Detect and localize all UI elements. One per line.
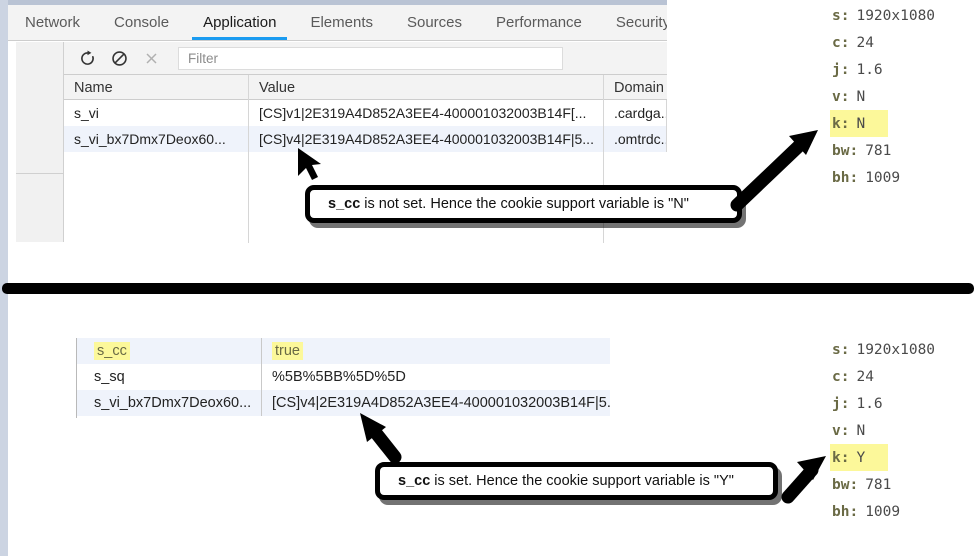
devtools-sidebar: [16, 42, 64, 242]
cell-value-text: true: [272, 342, 303, 360]
table-row[interactable]: s_vi_bx7Dmx7Deox60... [CS]v4|2E319A4D852…: [64, 126, 667, 152]
request-params-top: s: 1920x1080 c: 24 j: 1.6 v: N k: N bw: …: [830, 2, 972, 191]
kv-key: s:: [832, 341, 850, 358]
kv-key: c:: [832, 368, 850, 385]
kv-row-c: c: 24: [832, 363, 972, 390]
kv-value: 24: [856, 34, 874, 51]
filter-input[interactable]: Filter: [178, 46, 563, 70]
cell-name: s_vi_bx7Dmx7Deox60...: [77, 390, 262, 416]
table-row[interactable]: s_sq %5B%5BB%5D%5D: [77, 364, 610, 390]
table-row[interactable]: s_cc true: [77, 338, 610, 364]
cookies-table-bottom: s_cc true s_sq %5B%5BB%5D%5D s_vi_bx7Dmx…: [76, 338, 610, 418]
cell-domain: .cardga...: [604, 100, 667, 126]
kv-row-bw: bw: 781: [832, 471, 972, 498]
kv-row-bh: bh: 1009: [832, 498, 972, 525]
kv-value: 1920x1080: [856, 341, 936, 358]
request-params-bottom: s: 1920x1080 c: 24 j: 1.6 v: N k: Y bw: …: [830, 336, 972, 525]
tab-application[interactable]: Application: [186, 5, 293, 40]
callout-bold-term: s_cc: [398, 473, 431, 489]
kv-row-j: j: 1.6: [832, 56, 972, 83]
kv-value: 24: [856, 368, 874, 385]
kv-key: bw:: [832, 142, 859, 159]
cell-domain: .omtrdc....: [604, 126, 667, 152]
column-header-domain[interactable]: Domain: [604, 75, 667, 100]
kv-value: 1009: [865, 503, 901, 520]
table-row[interactable]: s_vi_bx7Dmx7Deox60... [CS]v4|2E319A4D852…: [77, 390, 610, 416]
arrow-to-cookie-row: [360, 413, 402, 464]
tab-sources[interactable]: Sources: [390, 5, 479, 40]
callout-text: is set. Hence the cookie support variabl…: [434, 473, 734, 489]
devtools-tabbar[interactable]: Network Console Application Elements Sou…: [8, 5, 667, 41]
kv-key: j:: [832, 395, 850, 412]
cell-value: true: [262, 338, 610, 364]
clear-icon[interactable]: [106, 45, 132, 71]
page-left-edge-lower: [0, 288, 8, 556]
kv-value: N: [856, 422, 866, 439]
cell-name: s_sq: [77, 364, 262, 390]
column-header-name[interactable]: Name: [64, 75, 249, 100]
kv-key: j:: [832, 61, 850, 78]
close-icon[interactable]: [138, 45, 164, 71]
callout-bold-term: s_cc: [328, 196, 361, 212]
kv-value: 1009: [865, 169, 901, 186]
arrow-to-k-n: [730, 130, 818, 212]
column-header-value[interactable]: Value: [249, 75, 604, 100]
cell-name: s_vi_bx7Dmx7Deox60...: [64, 126, 249, 152]
cell-value: [CS]v4|2E319A4D852A3EE4-400001032003B14F…: [272, 395, 610, 411]
kv-row-bw: bw: 781: [832, 137, 972, 164]
kv-value: 781: [865, 142, 892, 159]
kv-key: c:: [832, 34, 850, 51]
kv-row-k-highlighted: k: N: [830, 110, 888, 137]
tab-elements[interactable]: Elements: [293, 5, 390, 40]
kv-row-v: v: N: [832, 83, 972, 110]
kv-key: bw:: [832, 476, 859, 493]
cookies-table-header: Name Value Domain: [64, 75, 667, 100]
kv-row-s: s: 1920x1080: [832, 336, 972, 363]
kv-key: k:: [832, 115, 850, 132]
tab-performance[interactable]: Performance: [479, 5, 599, 40]
empty-col-name: [64, 152, 249, 243]
kv-key: k:: [832, 449, 850, 466]
screenshot-root: Network Console Application Elements Sou…: [0, 0, 974, 556]
kv-value: 781: [865, 476, 892, 493]
kv-key: v:: [832, 422, 850, 439]
kv-value: N: [856, 115, 866, 132]
table-row[interactable]: s_vi [CS]v1|2E319A4D852A3EE4-40000103200…: [64, 100, 667, 126]
tab-console[interactable]: Console: [97, 5, 186, 40]
tab-network[interactable]: Network: [8, 5, 97, 40]
tab-security[interactable]: Security: [599, 5, 667, 40]
kv-row-v: v: N: [832, 417, 972, 444]
cell-value: %5B%5BB%5D%5D: [272, 369, 406, 385]
cell-name-text: s_cc: [94, 342, 130, 360]
kv-row-bh: bh: 1009: [832, 164, 972, 191]
sidebar-divider: [16, 173, 64, 174]
kv-row-s: s: 1920x1080: [832, 2, 972, 29]
kv-key: s:: [832, 7, 850, 24]
kv-value: Y: [856, 449, 866, 466]
cell-name: s_vi: [64, 100, 249, 126]
kv-value: 1.6: [856, 395, 883, 412]
kv-row-c: c: 24: [832, 29, 972, 56]
storage-toolbar: Filter: [64, 42, 667, 75]
kv-value: 1920x1080: [856, 7, 936, 24]
callout-cookie-not-set: s_cc is not set. Hence the cookie suppor…: [305, 185, 742, 223]
section-divider: [2, 283, 974, 294]
kv-key: bh:: [832, 503, 859, 520]
callout-cookie-set: s_cc is set. Hence the cookie support va…: [375, 462, 778, 500]
cell-value: [CS]v1|2E319A4D852A3EE4-400001032003B14F…: [249, 100, 604, 126]
cell-value: [CS]v4|2E319A4D852A3EE4-400001032003B14F…: [249, 126, 604, 152]
callout-text: is not set. Hence the cookie support var…: [364, 196, 689, 212]
cell-name: s_cc: [77, 338, 262, 364]
kv-value: N: [856, 88, 866, 105]
arrow-to-k-y: [781, 456, 826, 504]
kv-value: 1.6: [856, 61, 883, 78]
kv-key: v:: [832, 88, 850, 105]
kv-key: bh:: [832, 169, 859, 186]
refresh-icon[interactable]: [74, 45, 100, 71]
kv-row-k-highlighted: k: Y: [830, 444, 888, 471]
kv-row-j: j: 1.6: [832, 390, 972, 417]
